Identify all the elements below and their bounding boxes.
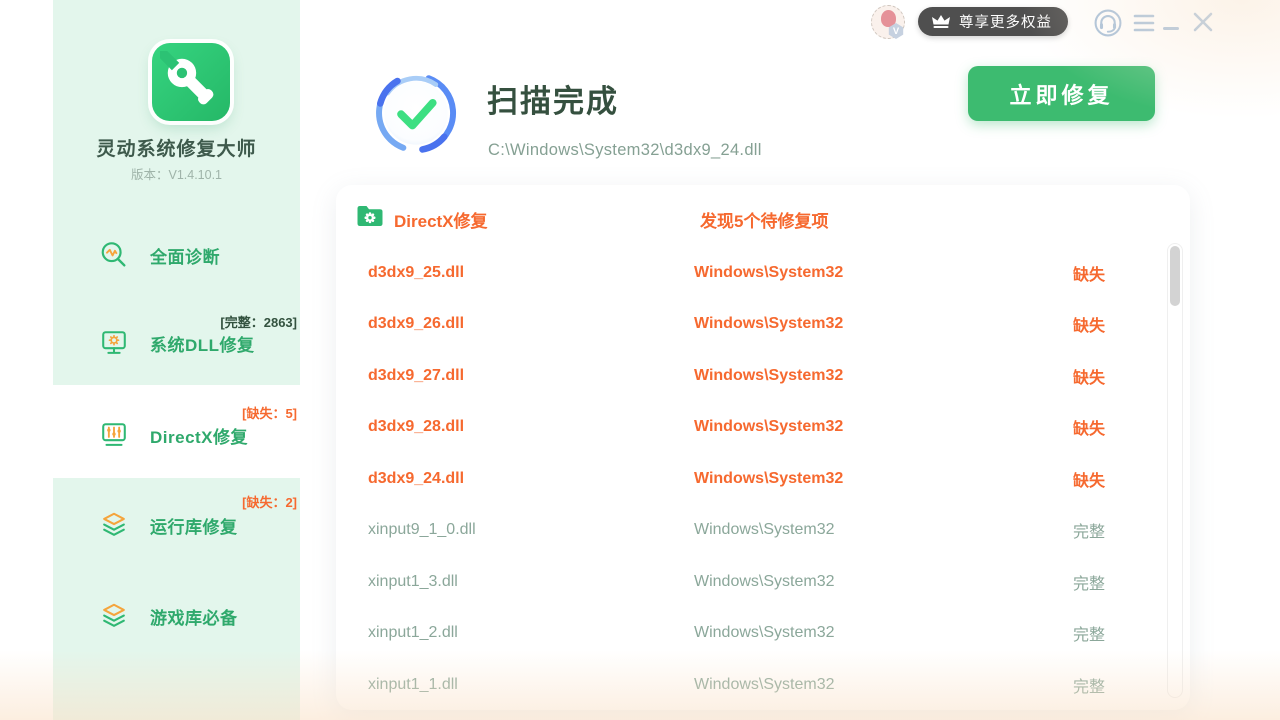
diagnosis-magnifier-icon [99,240,129,270]
table-row[interactable]: xinput1_1.dll Windows\System32 完整 [336,659,1190,710]
monitor-gear-icon [99,328,129,358]
wrench-icon [160,51,222,113]
dll-location: Windows\System32 [694,624,835,642]
minimize-icon [1163,27,1179,30]
app-version: 版本：V1.4.10.1 [53,164,300,183]
sidebar-badge-complete-count: [完整：2863] [220,312,297,331]
dll-name: d3dx9_24.dll [368,470,464,488]
table-scrollbar-thumb[interactable] [1170,246,1180,306]
dll-name: xinput1_1.dll [368,676,458,694]
customer-service-button[interactable] [1092,7,1124,39]
table-scrollbar-track[interactable] [1167,243,1183,698]
headset-icon [1093,8,1123,38]
panel-header: DirectX修复 发现5个待修复项 [336,185,1190,247]
sidebar-badge-missing-count: [缺失：5] [242,403,297,422]
table-row[interactable]: d3dx9_27.dll Windows\System32 缺失 [336,350,1190,402]
table-row[interactable]: xinput1_2.dll Windows\System32 完整 [336,608,1190,660]
dll-name: xinput1_2.dll [368,624,458,642]
dll-location: Windows\System32 [694,367,843,385]
dll-location: Windows\System32 [694,418,843,436]
dll-name: d3dx9_27.dll [368,367,464,385]
folder-gear-icon [356,203,384,229]
sidebar-item-label: 系统DLL修复 [150,331,255,356]
panel-summary: 发现5个待修复项 [700,207,828,232]
dll-status: 缺失 [1073,364,1105,388]
sidebar-item-label: 运行库修复 [150,513,238,538]
table-row[interactable]: d3dx9_24.dll Windows\System32 缺失 [336,453,1190,505]
repair-now-button[interactable]: 立即修复 [968,66,1155,121]
table-row[interactable]: d3dx9_28.dll Windows\System32 缺失 [336,402,1190,454]
table-row[interactable]: d3dx9_25.dll Windows\System32 缺失 [336,247,1190,299]
dll-status: 缺失 [1073,312,1105,336]
sidebar-item-label: 全面诊断 [150,243,220,268]
dll-status: 缺失 [1073,261,1105,285]
dll-status: 缺失 [1073,415,1105,439]
panel-title: DirectX修复 [394,207,488,232]
sidebar-badge-missing-count: [缺失：2] [242,492,297,511]
scan-complete-icon [373,70,459,156]
sidebar-item-full-diagnosis[interactable]: 全面诊断 [53,225,300,285]
scanned-file-path: C:\Windows\System32\d3dx9_24.dll [488,141,762,160]
layers-icon [99,601,129,631]
dll-name: d3dx9_28.dll [368,418,464,436]
crown-icon [931,14,951,29]
app-window: 灵动系统修复大师 版本：V1.4.10.1 全面诊断 [0,0,1280,720]
hamburger-menu-icon [1133,13,1155,33]
dll-name: xinput9_1_0.dll [368,521,476,539]
vip-upgrade-label: 尊享更多权益 [959,11,1052,32]
sidebar-item-label: 游戏库必备 [150,604,238,629]
table-row[interactable]: xinput9_1_0.dll Windows\System32 完整 [336,505,1190,557]
sidebar-item-game-libs[interactable]: 游戏库必备 [53,586,300,646]
minimize-button[interactable] [1162,26,1180,30]
sidebar-item-label: DirectX修复 [150,423,248,448]
table-row[interactable]: xinput1_3.dll Windows\System32 完整 [336,556,1190,608]
dll-location: Windows\System32 [694,315,843,333]
dll-status: 完整 [1073,570,1105,594]
dll-status: 缺失 [1073,467,1105,491]
dll-location: Windows\System32 [694,264,843,282]
dll-name: xinput1_3.dll [368,573,458,591]
dll-name: d3dx9_26.dll [368,315,464,333]
dll-status: 完整 [1073,621,1105,645]
close-button[interactable] [1189,8,1217,36]
app-title: 灵动系统修复大师 [53,134,300,161]
dll-location: Windows\System32 [694,521,835,539]
left-white-strip [0,0,53,720]
dll-status: 完整 [1073,673,1105,697]
dll-table: d3dx9_25.dll Windows\System32 缺失 d3dx9_2… [336,247,1190,710]
vip-upgrade-button[interactable]: 尊享更多权益 [918,7,1068,36]
sidebar: 灵动系统修复大师 版本：V1.4.10.1 全面诊断 [53,0,300,720]
dll-location: Windows\System32 [694,676,835,694]
sliders-panel-icon [99,420,129,450]
dll-location: Windows\System32 [694,470,843,488]
repair-results-panel: DirectX修复 发现5个待修复项 d3dx9_25.dll Windows\… [336,185,1190,710]
table-row[interactable]: d3dx9_26.dll Windows\System32 缺失 [336,299,1190,351]
main-menu-button[interactable] [1132,12,1156,34]
app-logo [152,43,230,121]
close-icon [1191,10,1215,34]
dll-name: d3dx9_25.dll [368,264,464,282]
dll-location: Windows\System32 [694,573,835,591]
scan-status-title: 扫描完成 [487,76,619,121]
layers-icon [99,510,129,540]
dll-status: 完整 [1073,518,1105,542]
